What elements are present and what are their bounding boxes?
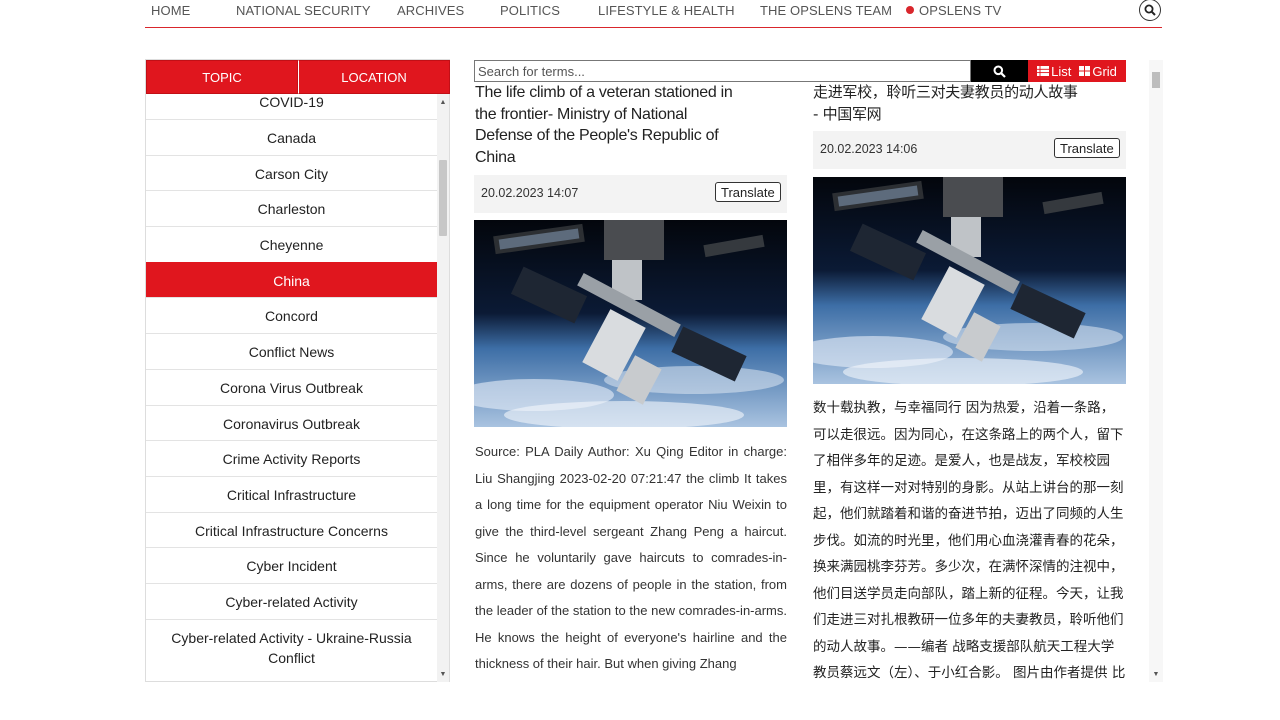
location-item-charleston[interactable]: Charleston <box>146 190 437 226</box>
location-item-canada[interactable]: Canada <box>146 119 437 155</box>
list-icon <box>1037 66 1050 76</box>
location-list-scrollbar[interactable]: ▲ ▼ <box>437 94 449 682</box>
translate-button[interactable]: Translate <box>1054 138 1120 158</box>
location-item-cheyenne[interactable]: Cheyenne <box>146 226 437 262</box>
grid-view-button[interactable]: Grid <box>1079 64 1117 79</box>
location-list: COVID-19 Canada Carson City Charleston C… <box>146 94 437 682</box>
article-title[interactable]: The life climb of a veteran stationed in… <box>475 82 735 168</box>
filter-tabs: TOPIC LOCATION <box>146 60 450 94</box>
nav-opslens-tv[interactable]: OPSLENS TV <box>906 3 1001 18</box>
list-view-label: List <box>1051 63 1072 79</box>
article-excerpt: Source: PLA Daily Author: Xu Qing Editor… <box>475 444 787 671</box>
live-dot-icon <box>906 6 914 14</box>
space-station-image <box>813 177 1126 384</box>
article-date: 20.02.2023 14:07 <box>481 186 579 200</box>
article-excerpt: 数十载执教，与幸福同行 因为热爱，沿着一条路，可以走很远。因为同心，在这条路上的… <box>813 400 1126 681</box>
location-item-covid-19[interactable]: COVID-19 <box>146 94 437 120</box>
location-item-cyber-incident[interactable]: Cyber Incident <box>146 547 437 583</box>
article-card: The life climb of a veteran stationed in… <box>474 82 788 682</box>
header-search-button[interactable] <box>1139 0 1161 21</box>
article-meta: 20.02.2023 14:06 Translate <box>813 131 1126 169</box>
article-date: 20.02.2023 14:06 <box>820 142 918 156</box>
location-item-cyber-related-activity-ukraine-russia[interactable]: Cyber-related Activity - Ukraine-Russia … <box>146 619 437 675</box>
article-image[interactable] <box>813 177 1126 384</box>
nav-archives[interactable]: ARCHIVES <box>397 3 464 18</box>
search-icon <box>1144 4 1156 16</box>
scrollbar-thumb[interactable] <box>1152 72 1160 88</box>
location-item-conflict-news[interactable]: Conflict News <box>146 333 437 369</box>
location-item-cyber-related-activity[interactable]: Cyber-related Activity <box>146 583 437 619</box>
grid-view-label: Grid <box>1092 63 1117 79</box>
location-item-critical-infrastructure[interactable]: Critical Infrastructure <box>146 476 437 512</box>
article-meta: 20.02.2023 14:07 Translate <box>474 175 787 213</box>
location-item-carson-city[interactable]: Carson City <box>146 155 437 191</box>
nav-politics[interactable]: POLITICS <box>500 3 560 18</box>
location-item-corona-virus-outbreak[interactable]: Corona Virus Outbreak <box>146 369 437 405</box>
location-item-critical-infrastructure-concerns[interactable]: Critical Infrastructure Concerns <box>146 512 437 548</box>
location-item-crime-activity-reports[interactable]: Crime Activity Reports <box>146 440 437 476</box>
scroll-down-arrow-icon[interactable]: ▼ <box>437 670 449 680</box>
search-submit-button[interactable] <box>971 60 1028 82</box>
content-scrollbar[interactable]: ▼ <box>1149 60 1163 682</box>
article-title[interactable]: 走进军校，聆听三对夫妻教员的动人故事 - 中国军网 <box>813 82 1083 125</box>
article-card: 走进军校，聆听三对夫妻教员的动人故事 - 中国军网 20.02.2023 14:… <box>813 82 1127 682</box>
nav-home[interactable]: HOME <box>151 3 190 18</box>
search-bar: List Grid <box>474 60 1126 82</box>
tab-location[interactable]: LOCATION <box>298 60 450 94</box>
scroll-up-arrow-icon[interactable]: ▲ <box>437 98 449 108</box>
nav-lifestyle-health[interactable]: LIFESTYLE & HEALTH <box>598 3 735 18</box>
scroll-down-arrow-icon[interactable]: ▼ <box>1149 670 1163 680</box>
view-toggle: List Grid <box>1028 60 1126 82</box>
location-item-concord[interactable]: Concord <box>146 297 437 333</box>
top-navigation: HOME NATIONAL SECURITY ARCHIVES POLITICS… <box>145 0 1162 28</box>
search-input[interactable] <box>474 60 971 82</box>
scrollbar-thumb[interactable] <box>439 160 447 236</box>
filter-panel: TOPIC LOCATION COVID-19 Canada Carson Ci… <box>145 59 450 682</box>
nav-opslens-tv-label: OPSLENS TV <box>919 3 1002 18</box>
space-station-image <box>474 220 787 427</box>
grid-icon <box>1079 66 1091 76</box>
location-item-coronavirus-outbreak[interactable]: Coronavirus Outbreak <box>146 405 437 441</box>
article-image[interactable] <box>474 220 787 427</box>
nav-national-security[interactable]: NATIONAL SECURITY <box>236 3 371 18</box>
search-icon <box>993 65 1006 78</box>
nav-opslens-team[interactable]: THE OPSLENS TEAM <box>760 3 892 18</box>
list-view-button[interactable]: List <box>1037 64 1071 79</box>
location-item-china[interactable]: China <box>146 262 437 298</box>
tab-topic[interactable]: TOPIC <box>146 60 298 94</box>
translate-button[interactable]: Translate <box>715 182 781 202</box>
